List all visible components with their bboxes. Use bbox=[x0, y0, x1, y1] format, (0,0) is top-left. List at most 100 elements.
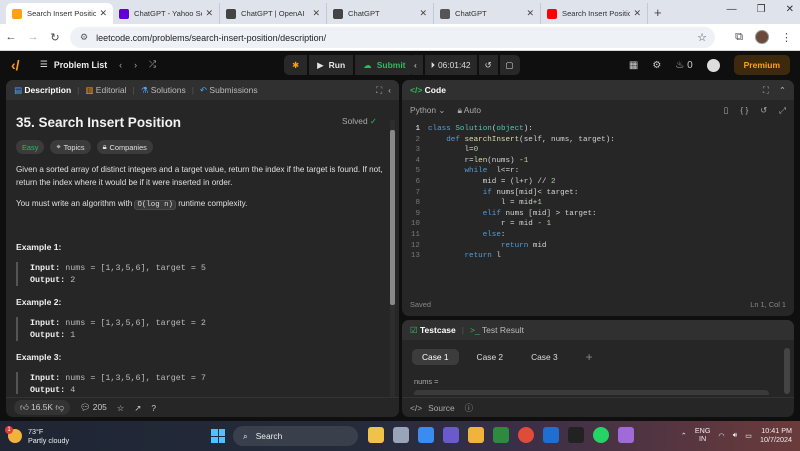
browser-tab-0[interactable]: Search Insert Positio ✕ bbox=[6, 3, 113, 24]
tab-test-result[interactable]: >_ Test Result bbox=[470, 325, 524, 335]
description-scroll-thumb[interactable] bbox=[390, 130, 395, 305]
desc-text: You must write an algorithm with bbox=[16, 199, 135, 208]
chrome-icon[interactable] bbox=[518, 427, 534, 443]
weather-widget[interactable]: 1 73°F Partly cloudy bbox=[5, 426, 69, 445]
bookmark-star-icon[interactable]: ☆ bbox=[697, 31, 707, 44]
tab-description[interactable]: ▤ Description bbox=[14, 85, 71, 96]
restore-icon[interactable]: ❐ bbox=[757, 4, 766, 15]
maximize-icon[interactable]: ⛶ bbox=[376, 85, 382, 96]
app-icon[interactable] bbox=[618, 427, 634, 443]
browser-tab-3[interactable]: ChatGPT ✕ bbox=[327, 3, 434, 24]
like-button[interactable]: 👍︎ 16.5K 👎︎ bbox=[14, 400, 70, 415]
timer-collapse-icon[interactable]: ‹ bbox=[408, 55, 423, 75]
thumbs-down-icon[interactable]: 👎︎ bbox=[55, 402, 64, 412]
favorite-star-icon[interactable]: ☆ bbox=[117, 403, 125, 413]
case-3-tab[interactable]: Case 3 bbox=[521, 349, 568, 365]
clock[interactable]: 10:41 PM 10/7/2024 bbox=[760, 426, 792, 444]
profile-avatar[interactable] bbox=[755, 30, 769, 44]
auto-mode-toggle[interactable]: 🔒︎ Auto bbox=[457, 105, 481, 116]
difficulty-tag[interactable]: Easy bbox=[16, 140, 45, 154]
tab-testcase[interactable]: ☑ Testcase bbox=[410, 325, 456, 336]
submit-button[interactable]: ☁ Submit bbox=[355, 55, 414, 75]
user-avatar[interactable] bbox=[706, 58, 720, 72]
collapse-up-icon[interactable]: ⌃ bbox=[779, 85, 786, 96]
code-tab[interactable]: </> Code bbox=[410, 85, 446, 95]
note-icon[interactable]: ▢ bbox=[499, 55, 520, 75]
timer-reset-icon[interactable]: ↺ bbox=[478, 55, 498, 75]
testcase-scrollbar[interactable] bbox=[784, 348, 790, 394]
tab-solutions[interactable]: ⚗ Solutions bbox=[141, 85, 186, 96]
new-tab-icon[interactable]: + bbox=[654, 5, 662, 20]
shuffle-icon[interactable]: ⤮ bbox=[149, 59, 156, 70]
tray-chevron-icon[interactable]: ⌃ bbox=[681, 431, 687, 440]
close-tab-icon[interactable]: ✕ bbox=[633, 8, 641, 19]
companies-tag[interactable]: 🔒︎ Companies bbox=[96, 140, 153, 154]
case-2-tab[interactable]: Case 2 bbox=[467, 349, 514, 365]
premium-button[interactable]: Premium bbox=[733, 55, 790, 75]
format-code-icon[interactable]: { } bbox=[740, 105, 748, 115]
case-1-tab[interactable]: Case 1 bbox=[412, 349, 459, 365]
browser-tab-5[interactable]: Search Insert Positio ✕ bbox=[541, 3, 648, 24]
layout-icon[interactable]: ▦ bbox=[629, 60, 638, 71]
whatsapp-icon[interactable] bbox=[593, 427, 609, 443]
vscode-icon[interactable] bbox=[543, 427, 559, 443]
minimize-icon[interactable]: — bbox=[727, 4, 737, 15]
taskbar-search[interactable]: ⌕ Search bbox=[233, 426, 358, 446]
add-case-icon[interactable]: + bbox=[576, 349, 603, 365]
collapse-panel-icon[interactable]: ‹ bbox=[388, 85, 391, 95]
leetcode-logo-icon[interactable]: ‹/ bbox=[11, 57, 20, 73]
problem-list-link[interactable]: Problem List bbox=[54, 60, 107, 70]
share-icon[interactable]: ↗ bbox=[134, 403, 141, 413]
task-view-icon[interactable] bbox=[393, 427, 409, 443]
streak[interactable]: ♨ 0 bbox=[675, 60, 692, 71]
timer[interactable]: ⏵ 06:01:42 bbox=[424, 55, 477, 75]
volume-icon[interactable]: 🔊︎ bbox=[733, 430, 738, 440]
url-bar[interactable]: ⚙ leetcode.com/problems/search-insert-po… bbox=[70, 27, 715, 48]
wifi-icon[interactable]: ◠ bbox=[718, 431, 724, 440]
browser-menu-icon[interactable]: ⋮ bbox=[781, 31, 792, 44]
site-info-icon[interactable]: ⚙ bbox=[80, 32, 88, 43]
extensions-icon[interactable]: ⧉ bbox=[735, 31, 743, 44]
battery-icon[interactable]: ▭ bbox=[745, 431, 752, 440]
pycharm-icon[interactable] bbox=[568, 427, 584, 443]
browser-tab-4[interactable]: ChatGPT ✕ bbox=[434, 3, 541, 24]
comments-button[interactable]: 💬︎ 205 bbox=[80, 402, 107, 413]
topics-tag[interactable]: ⌖ Topics bbox=[50, 140, 91, 154]
settings-gear-icon[interactable]: ⚙ bbox=[652, 60, 661, 71]
code-editor[interactable]: 1 class Solution(object): 2 def searchIns… bbox=[402, 124, 794, 262]
tab-submissions[interactable]: ↶ Submissions bbox=[200, 85, 258, 96]
language-select[interactable]: Python ⌄ bbox=[410, 105, 445, 115]
browser-tab-2[interactable]: ChatGPT | OpenAI ✕ bbox=[220, 3, 327, 24]
nums-input[interactable] bbox=[414, 390, 769, 395]
testcase-panel: ☑ Testcase | >_ Test Result Case 1 Case … bbox=[402, 320, 794, 417]
close-tab-icon[interactable]: ✕ bbox=[526, 8, 534, 19]
copilot-icon[interactable] bbox=[418, 427, 434, 443]
next-problem-icon[interactable]: › bbox=[134, 60, 137, 70]
forward-icon[interactable]: → bbox=[22, 31, 44, 43]
close-tab-icon[interactable]: ✕ bbox=[419, 8, 427, 19]
close-tab-icon[interactable]: ✕ bbox=[205, 8, 213, 19]
source-link[interactable]: Source bbox=[428, 403, 455, 413]
file-explorer-icon[interactable] bbox=[468, 427, 484, 443]
prev-problem-icon[interactable]: ‹ bbox=[119, 60, 122, 70]
reload-icon[interactable]: ↻ bbox=[44, 31, 66, 44]
windows-start-icon[interactable] bbox=[211, 429, 225, 443]
debug-button[interactable]: ✱ bbox=[284, 55, 308, 75]
browser-tab-1[interactable]: ChatGPT - Yahoo Sea ✕ bbox=[113, 3, 220, 24]
bookmark-icon[interactable]: ▯ bbox=[724, 105, 729, 115]
back-icon[interactable]: ← bbox=[0, 31, 22, 43]
close-window-icon[interactable]: ✕ bbox=[786, 4, 794, 15]
widget-app-icon[interactable] bbox=[368, 427, 384, 443]
app-icon[interactable] bbox=[443, 427, 459, 443]
run-button[interactable]: ▶ Run bbox=[309, 55, 354, 75]
language-indicator[interactable]: ENG IN bbox=[695, 427, 711, 443]
maximize-icon[interactable]: ⛶ bbox=[763, 85, 769, 96]
reset-code-icon[interactable]: ↺ bbox=[760, 105, 767, 115]
tab-editorial[interactable]: ▥ Editorial bbox=[85, 85, 126, 96]
info-icon[interactable]: ⓘ bbox=[465, 402, 473, 414]
help-icon[interactable]: ? bbox=[151, 403, 156, 413]
close-tab-icon[interactable]: ✕ bbox=[312, 8, 320, 19]
app-icon[interactable] bbox=[493, 427, 509, 443]
expand-editor-icon[interactable]: ⤢ bbox=[779, 105, 786, 116]
close-tab-icon[interactable]: ✕ bbox=[99, 8, 107, 19]
